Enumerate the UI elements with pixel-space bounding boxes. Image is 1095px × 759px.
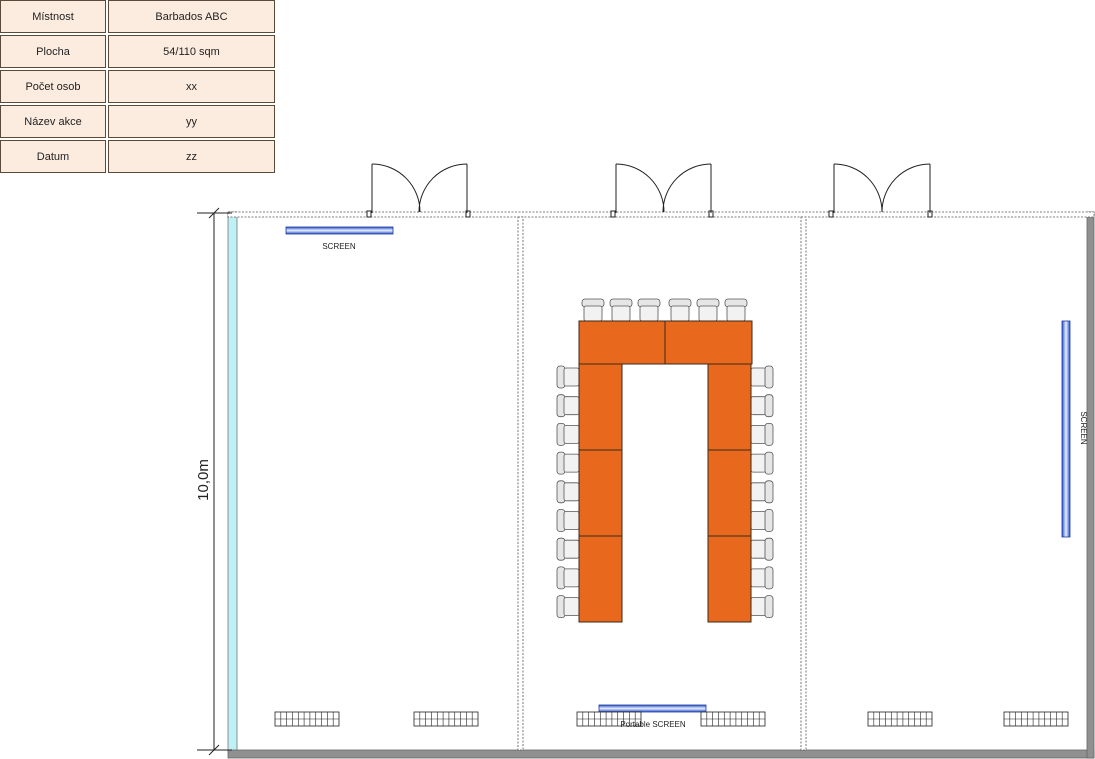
chair [556, 365, 580, 389]
radiator [274, 711, 340, 727]
chair [609, 298, 633, 322]
chair [696, 298, 720, 322]
radiator [413, 711, 479, 727]
chair [556, 509, 580, 532]
radiator [700, 711, 766, 727]
screen-room-c [1061, 320, 1071, 538]
table-left-1 [578, 363, 623, 451]
table-right-1 [707, 363, 752, 451]
chair [750, 566, 774, 590]
screen-room-c-label: SCREEN [1079, 411, 1088, 445]
table-top-right [664, 320, 753, 365]
table-left-2 [578, 449, 623, 537]
walls [227, 211, 1095, 759]
partition-left [517, 216, 524, 751]
table-right-3 [707, 535, 752, 623]
u-shape-tables [578, 320, 753, 623]
door-room-a [366, 163, 471, 218]
chair [668, 298, 692, 322]
floor-plan: 10,0m SCREEN SCREEN Portable SCREEN [195, 163, 1095, 759]
partition-right [800, 216, 807, 751]
chair [556, 480, 580, 504]
chair [750, 394, 774, 418]
chair [750, 451, 774, 475]
screen-room-a-label: SCREEN [322, 242, 356, 251]
chair [556, 451, 580, 475]
chair [750, 509, 774, 532]
chair [750, 537, 774, 561]
chair [724, 298, 748, 322]
chair [750, 480, 774, 504]
bottom-wall [227, 749, 1095, 759]
table-right-2 [707, 449, 752, 537]
portable-screen [598, 704, 707, 713]
chair [556, 566, 580, 590]
chair [556, 422, 580, 446]
chair [556, 394, 580, 418]
chair [750, 595, 774, 618]
table-left-3 [578, 535, 623, 623]
door-room-c [828, 163, 933, 218]
radiator [1003, 711, 1069, 727]
screen-room-a [285, 226, 394, 235]
window-wall [227, 211, 238, 753]
chair [750, 365, 774, 389]
chair [556, 537, 580, 561]
radiator [867, 711, 933, 727]
portable-screen-label: Portable SCREEN [620, 720, 686, 729]
chair [581, 298, 605, 322]
chair [750, 422, 774, 446]
table-top-left [578, 320, 666, 365]
door-room-b [610, 163, 714, 218]
chair [637, 298, 661, 322]
right-wall [1086, 211, 1095, 759]
dimension-label: 10,0m [195, 459, 212, 501]
chair [556, 595, 580, 618]
top-wall [227, 211, 1095, 218]
